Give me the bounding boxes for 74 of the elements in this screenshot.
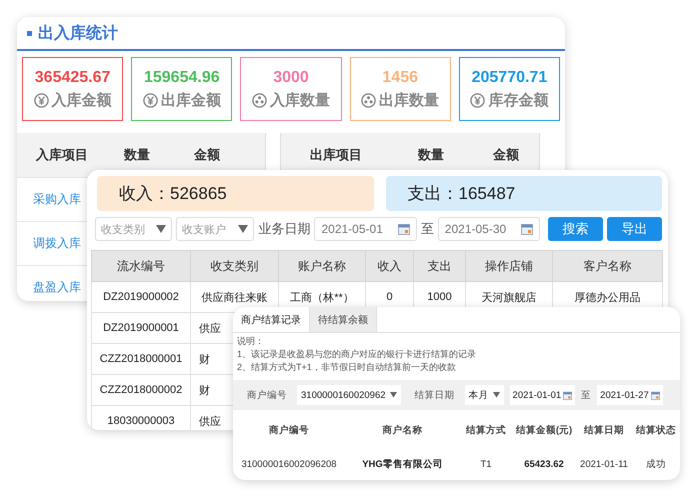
tab[interactable]: 商户结算记录 bbox=[233, 307, 310, 332]
merchant-select[interactable]: 3100000160020962 bbox=[297, 385, 401, 405]
inbound-link[interactable]: 采购入库 bbox=[33, 191, 81, 208]
table-cell: CZZ2018000002 bbox=[92, 374, 190, 406]
column-header: 客户名称 bbox=[552, 250, 662, 282]
table-cell-text: 2021-01-11 bbox=[579, 458, 629, 472]
table-cell: DZ2019000002 bbox=[92, 282, 190, 312]
column-header: 结算状态 bbox=[635, 424, 677, 438]
calendar-icon bbox=[521, 223, 534, 235]
stat-label: 入库金额 bbox=[52, 90, 112, 110]
column-header: 结算方式 bbox=[465, 424, 507, 438]
stat-label: 库存金额 bbox=[488, 90, 548, 110]
calendar-icon bbox=[398, 223, 410, 235]
stat-value: 365425.67 bbox=[34, 68, 110, 86]
column-header: 金额 bbox=[193, 146, 221, 164]
column-header: 账户名称 bbox=[278, 250, 366, 282]
range-separator: 至 bbox=[581, 388, 592, 402]
table-cell-text: 310000016002096208 bbox=[240, 458, 338, 472]
stat-label: 入库数量 bbox=[270, 90, 330, 110]
account-select[interactable]: 收支账户 bbox=[176, 217, 254, 241]
date-field[interactable]: 2021-05-30 bbox=[438, 217, 540, 241]
table-cell: CZZ2018000001 bbox=[92, 344, 190, 374]
table-cell-text: 成功 bbox=[645, 458, 667, 472]
date-label: 业务日期 bbox=[258, 220, 310, 238]
stat-label: 出库数量 bbox=[379, 90, 440, 110]
column-header: 流水编号 bbox=[92, 250, 190, 282]
column-header: 收支类别 bbox=[190, 250, 278, 282]
income-total: 收入：526865 bbox=[97, 176, 374, 211]
caret-icon bbox=[156, 225, 166, 233]
expense-total: 支出：165487 bbox=[386, 176, 662, 211]
stat-value: 1456 bbox=[382, 68, 418, 86]
caret-icon bbox=[390, 392, 397, 398]
column-header: 收入 bbox=[366, 250, 414, 282]
column-header: 商户编号 bbox=[268, 424, 310, 438]
column-header: 支出 bbox=[414, 250, 466, 282]
yen-icon bbox=[142, 92, 158, 108]
panel-title: 出入库统计 bbox=[38, 23, 118, 44]
table-cell-text: 65423.62 bbox=[523, 458, 565, 472]
search-button[interactable]: 搜索 bbox=[548, 217, 604, 241]
column-header: 数量 bbox=[122, 146, 151, 164]
category-select[interactable]: 收支类别 bbox=[95, 217, 172, 241]
caret-icon bbox=[492, 392, 500, 398]
column-header: 入库项目 bbox=[34, 146, 89, 164]
date-label: 结算日期 bbox=[414, 388, 455, 402]
column-header: 结算金额(元) bbox=[514, 424, 574, 438]
yen-icon bbox=[470, 92, 486, 108]
column-header: 操作店铺 bbox=[466, 250, 552, 282]
table-cell-text: T1 bbox=[479, 458, 493, 472]
yen-icon bbox=[34, 92, 49, 108]
inbound-link[interactable]: 调拨入库 bbox=[33, 235, 81, 252]
export-button[interactable]: 导出 bbox=[607, 217, 662, 241]
stat-label: 出库金额 bbox=[160, 90, 221, 110]
column-header: 出库项目 bbox=[309, 146, 363, 164]
inbound-link[interactable]: 盘盈入库 bbox=[33, 279, 81, 296]
period-select[interactable]: 本月 bbox=[464, 385, 504, 405]
table-cell-text: YHG零售有限公司 bbox=[361, 458, 444, 472]
stat-value: 3000 bbox=[273, 68, 309, 86]
column-header: 商户名称 bbox=[382, 424, 424, 438]
date-field[interactable]: 2021-01-27 bbox=[597, 385, 663, 405]
stat-value: 159654.96 bbox=[144, 68, 220, 86]
caret-icon bbox=[238, 225, 248, 233]
date-field[interactable]: 2021-05-01 bbox=[314, 217, 417, 241]
column-header: 金额 bbox=[492, 146, 520, 164]
date-field[interactable]: 2021-01-01 bbox=[510, 385, 576, 405]
stat-value: 205770.71 bbox=[472, 68, 548, 86]
tab[interactable]: 待结算余额 bbox=[310, 307, 377, 332]
range-separator: 至 bbox=[420, 220, 434, 238]
calendar-icon bbox=[563, 390, 572, 400]
table-cell: 18030000003 bbox=[92, 406, 190, 430]
table-cell: DZ2019000001 bbox=[92, 312, 190, 344]
title-marker bbox=[27, 30, 32, 36]
calendar-icon bbox=[650, 390, 660, 400]
column-header: 结算日期 bbox=[583, 424, 625, 438]
column-header: 数量 bbox=[416, 146, 445, 164]
